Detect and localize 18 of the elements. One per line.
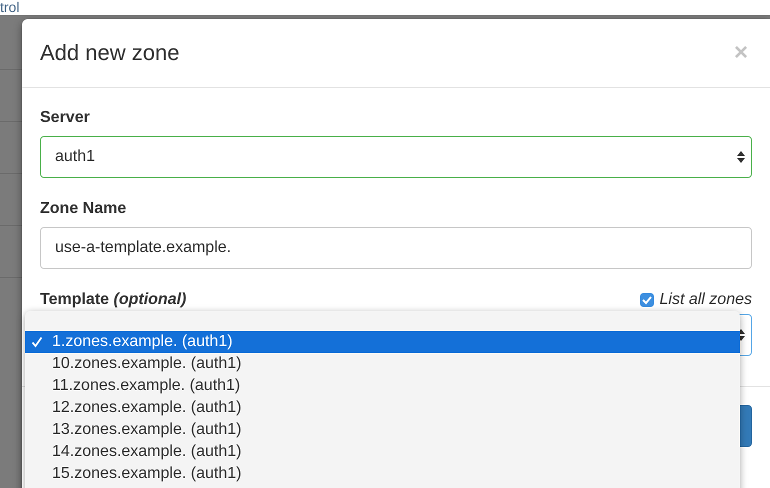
- dropdown-option[interactable]: 12.zones.example. (auth1): [25, 397, 740, 419]
- checkmark-icon: [31, 336, 43, 348]
- dropdown-option[interactable]: 13.zones.example. (auth1): [25, 419, 740, 441]
- input-field[interactable]: use-a-template.example.: [40, 227, 752, 269]
- checkbox-label: List all zones: [660, 291, 752, 309]
- field-label: Server: [40, 109, 90, 127]
- link-text[interactable]: trol: [0, 0, 20, 15]
- dropdown-option[interactable]: 11.zones.example. (auth1): [25, 375, 740, 397]
- field-label: Template (optional): [40, 291, 186, 309]
- select-arrows-icon: [737, 151, 745, 163]
- dropdown-option[interactable]: 1.zones.example. (auth1): [25, 331, 740, 353]
- dropdown-option[interactable]: 15.zones.example. (auth1): [25, 463, 740, 485]
- server-select[interactable]: auth1: [40, 136, 752, 178]
- dropdown-option[interactable]: 10.zones.example. (auth1): [25, 353, 740, 375]
- dropdown-option[interactable]: 14.zones.example. (auth1): [25, 441, 740, 463]
- checkbox[interactable]: [640, 293, 654, 307]
- modal-title: Add new zone: [40, 40, 180, 66]
- field-label: Zone Name: [40, 200, 126, 218]
